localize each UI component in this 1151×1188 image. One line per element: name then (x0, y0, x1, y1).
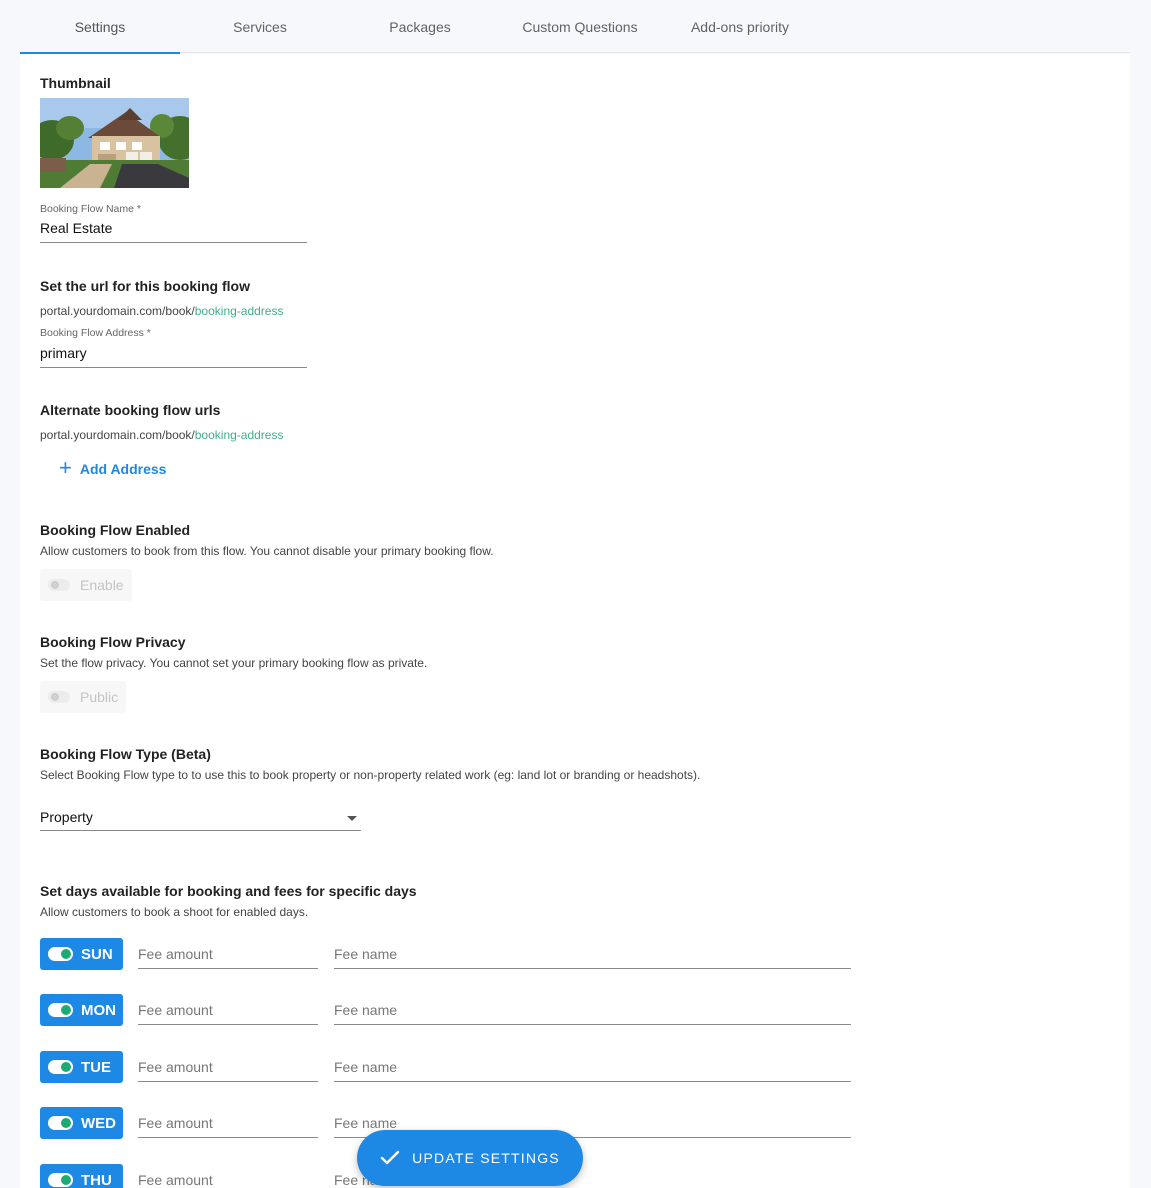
booking-flow-address-underline (40, 367, 307, 368)
fee-name-input[interactable]: Fee name (334, 946, 851, 969)
toggle-switch-icon (48, 1060, 73, 1074)
tab-bar: Settings Services Packages Custom Questi… (20, 0, 1130, 54)
tab-packages[interactable]: Packages (340, 0, 500, 53)
enabled-heading: Booking Flow Enabled (40, 522, 191, 538)
days-heading: Set days available for booking and fees … (40, 883, 417, 899)
enabled-description: Allow customers to book from this flow. … (40, 544, 494, 558)
fee-name-input[interactable]: Fee name (334, 1002, 851, 1025)
day-toggle-mon[interactable]: MON (40, 994, 123, 1026)
privacy-description: Set the flow privacy. You cannot set you… (40, 656, 428, 670)
privacy-heading: Booking Flow Privacy (40, 634, 186, 650)
tab-services[interactable]: Services (180, 0, 340, 53)
tab-custom-questions[interactable]: Custom Questions (500, 0, 660, 53)
toggle-switch-icon (48, 947, 73, 961)
day-toggle-wed[interactable]: WED (40, 1107, 123, 1139)
enable-toggle[interactable]: Enable (40, 569, 132, 601)
fee-amount-input[interactable]: Fee amount (138, 1002, 318, 1025)
privacy-toggle[interactable]: Public (40, 681, 127, 713)
alternate-url-preview: portal.yourdomain.com/book/booking-addre… (40, 428, 283, 442)
fee-amount-input[interactable]: Fee amount (138, 1115, 318, 1138)
thumbnail-image[interactable] (40, 98, 189, 188)
day-label: TUE (81, 1058, 111, 1076)
toggle-switch-icon (48, 691, 70, 703)
url-slug: booking-address (194, 304, 284, 318)
type-select[interactable]: Property (40, 808, 361, 831)
add-address-button[interactable]: + Add Address (59, 455, 167, 480)
booking-flow-name-underline (40, 242, 307, 243)
fee-amount-input[interactable]: Fee amount (138, 946, 318, 969)
day-row-mon: MON Fee amount Fee name (40, 994, 852, 1026)
url-base: portal.yourdomain.com/book/ (40, 304, 195, 318)
house-photo-icon (40, 98, 189, 188)
day-toggle-tue[interactable]: TUE (40, 1051, 123, 1083)
enable-toggle-label: Enable (80, 577, 124, 593)
day-label: SUN (81, 945, 113, 963)
tab-addons-priority[interactable]: Add-ons priority (660, 0, 820, 53)
fee-name-input[interactable]: Fee name (334, 1059, 851, 1082)
update-settings-label: UPDATE SETTINGS (412, 1150, 560, 1166)
privacy-toggle-label: Public (80, 689, 119, 705)
fee-amount-input[interactable]: Fee amount (138, 1059, 318, 1082)
tab-settings[interactable]: Settings (20, 0, 180, 54)
url-preview: portal.yourdomain.com/book/booking-addre… (40, 304, 283, 318)
update-settings-button[interactable]: UPDATE SETTINGS (357, 1130, 583, 1186)
alternate-url-base: portal.yourdomain.com/book/ (40, 428, 195, 442)
settings-card: Thumbnail Booking Flow Name * Real Estat… (20, 54, 1130, 1188)
day-label: WED (81, 1114, 116, 1132)
type-select-underline (40, 830, 361, 831)
url-heading: Set the url for this booking flow (40, 278, 250, 294)
toggle-switch-icon (48, 1003, 73, 1017)
booking-flow-name-input[interactable]: Real Estate (40, 220, 112, 236)
thumbnail-heading: Thumbnail (40, 75, 111, 91)
day-toggle-sun[interactable]: SUN (40, 938, 123, 970)
booking-flow-address-label: Booking Flow Address * (40, 327, 151, 339)
alternate-urls-heading: Alternate booking flow urls (40, 402, 221, 418)
toggle-switch-icon (48, 1173, 73, 1187)
toggle-switch-icon (48, 1116, 73, 1130)
days-description: Allow customers to book a shoot for enab… (40, 905, 309, 919)
alternate-url-slug: booking-address (194, 428, 284, 442)
check-icon (380, 1150, 400, 1165)
day-toggle-thu[interactable]: THU (40, 1164, 123, 1188)
plus-icon: + (59, 455, 72, 480)
type-heading: Booking Flow Type (Beta) (40, 746, 211, 762)
type-description: Select Booking Flow type to to use this … (40, 768, 701, 782)
booking-flow-name-label: Booking Flow Name * (40, 203, 141, 215)
type-select-value: Property (40, 809, 93, 825)
add-address-label: Add Address (79, 461, 167, 477)
day-row-sun: SUN Fee amount Fee name (40, 938, 852, 970)
day-label: THU (81, 1171, 112, 1188)
booking-flow-address-input[interactable]: primary (40, 345, 87, 361)
day-row-tue: TUE Fee amount Fee name (40, 1051, 852, 1083)
chevron-down-icon (347, 816, 357, 821)
toggle-switch-icon (48, 579, 70, 591)
fee-amount-input[interactable]: Fee amount (138, 1172, 318, 1188)
day-label: MON (81, 1001, 116, 1019)
